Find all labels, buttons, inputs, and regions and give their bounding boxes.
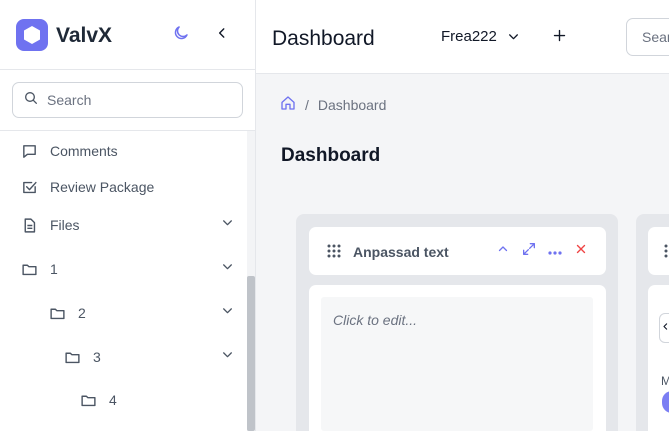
close-icon bbox=[575, 242, 587, 260]
sidebar-item-label: Files bbox=[50, 217, 80, 233]
expand-widget-button[interactable] bbox=[519, 241, 539, 261]
sidebar-item-label: 3 bbox=[93, 349, 101, 365]
expand-folder-1-button[interactable] bbox=[218, 260, 236, 278]
topbar-title: Dashboard bbox=[272, 27, 375, 50]
chevron-down-icon bbox=[221, 260, 234, 278]
chevron-down-icon bbox=[221, 216, 234, 234]
search-input[interactable] bbox=[47, 92, 217, 108]
checkbox-icon bbox=[20, 178, 38, 196]
previous-button[interactable] bbox=[659, 313, 669, 343]
sidebar-item-folder-2[interactable]: 2 bbox=[48, 295, 86, 331]
folder-icon bbox=[48, 304, 66, 322]
collapse-widget-button[interactable] bbox=[493, 241, 513, 261]
widget-2-label: M bbox=[661, 374, 669, 388]
sidebar-item-files[interactable]: Files bbox=[20, 207, 80, 243]
chevron-down-icon bbox=[221, 348, 234, 366]
drag-handle-icon[interactable] bbox=[664, 244, 668, 263]
brand-name: ValvX bbox=[56, 24, 113, 47]
sidebar-scrollbar[interactable] bbox=[247, 131, 255, 431]
more-horizontal-icon bbox=[548, 242, 562, 260]
search-icon bbox=[23, 90, 39, 111]
sidebar-item-folder-1[interactable]: 1 bbox=[20, 251, 58, 287]
expand-files-button[interactable] bbox=[218, 216, 236, 234]
breadcrumb: / Dashboard bbox=[280, 95, 386, 114]
folder-icon bbox=[20, 260, 38, 278]
sidebar: ValvX Comments Review Package bbox=[0, 0, 256, 431]
widget-menu-button[interactable] bbox=[545, 241, 565, 261]
sidebar-item-label: 2 bbox=[78, 305, 86, 321]
sidebar-item-label: 4 bbox=[109, 392, 117, 408]
chevron-left-icon bbox=[661, 322, 669, 334]
avatar[interactable] bbox=[662, 391, 669, 413]
expand-folder-3-button[interactable] bbox=[218, 348, 236, 366]
widget-body: Click to edit... bbox=[309, 285, 606, 431]
logo-icon[interactable] bbox=[16, 19, 48, 51]
workspace-selector[interactable]: Frea222 bbox=[441, 28, 520, 45]
sidebar-item-label: Comments bbox=[50, 143, 118, 159]
file-icon bbox=[20, 216, 38, 234]
plus-icon bbox=[552, 28, 567, 48]
expand-icon bbox=[521, 241, 537, 262]
chevron-down-icon bbox=[221, 304, 234, 322]
search-placeholder: Search bbox=[642, 29, 669, 45]
remove-widget-button[interactable] bbox=[571, 241, 591, 261]
dark-mode-toggle[interactable] bbox=[170, 24, 192, 46]
chevron-down-icon bbox=[507, 30, 520, 43]
widget-title: Anpassad text bbox=[353, 244, 449, 260]
divider bbox=[0, 130, 256, 131]
add-button[interactable] bbox=[548, 27, 570, 49]
chevron-left-icon bbox=[215, 26, 229, 45]
topbar-search-input[interactable]: Search bbox=[626, 18, 669, 56]
folder-icon bbox=[79, 391, 97, 409]
chevron-up-icon bbox=[497, 242, 509, 260]
sidebar-item-label: Review Package bbox=[50, 179, 155, 195]
scrollbar-thumb[interactable] bbox=[247, 276, 255, 431]
collapse-sidebar-button[interactable] bbox=[211, 24, 233, 46]
sidebar-header: ValvX bbox=[0, 0, 255, 70]
comment-icon bbox=[20, 142, 38, 160]
sidebar-item-folder-3[interactable]: 3 bbox=[63, 339, 101, 375]
sidebar-item-review-package[interactable]: Review Package bbox=[20, 169, 154, 205]
widget-2-body: M bbox=[648, 285, 669, 431]
sidebar-item-comments[interactable]: Comments bbox=[20, 133, 118, 169]
topbar: Dashboard Frea222 Search bbox=[256, 0, 669, 74]
text-editor[interactable]: Click to edit... bbox=[321, 297, 593, 431]
sidebar-item-folder-4[interactable]: 4 bbox=[79, 382, 117, 418]
widget-2-header bbox=[648, 227, 669, 275]
moon-icon bbox=[172, 24, 190, 47]
breadcrumb-separator: / bbox=[305, 96, 309, 113]
widget-header: Anpassad text bbox=[309, 227, 606, 275]
home-icon[interactable] bbox=[280, 95, 296, 114]
folder-icon bbox=[63, 348, 81, 366]
editor-placeholder: Click to edit... bbox=[333, 312, 418, 328]
page-title: Dashboard bbox=[281, 145, 381, 166]
sidebar-search[interactable] bbox=[12, 82, 243, 118]
expand-folder-2-button[interactable] bbox=[218, 304, 236, 322]
sidebar-item-label: 1 bbox=[50, 261, 58, 277]
breadcrumb-current[interactable]: Dashboard bbox=[318, 97, 387, 113]
drag-handle-icon[interactable] bbox=[327, 244, 341, 263]
workspace-name: Frea222 bbox=[441, 28, 497, 45]
